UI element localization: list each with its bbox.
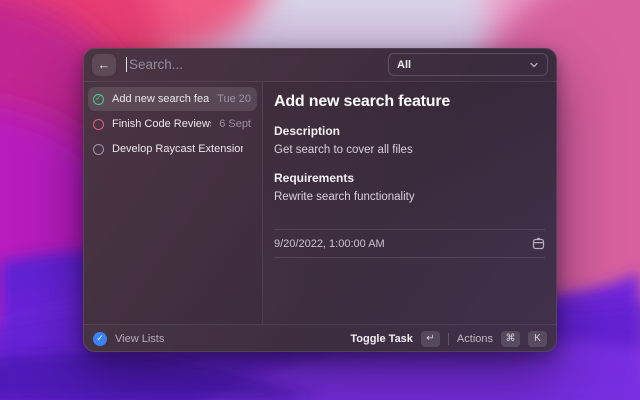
task-status-icon[interactable]: ✓ <box>93 94 104 105</box>
raycast-window: ← Search... All ✓ Add new search feature… <box>83 48 557 352</box>
due-date-field[interactable]: 9/20/2022, 1:00:00 AM <box>274 229 545 258</box>
app-icon: ✓ <box>93 332 107 346</box>
section-body: Get search to cover all files <box>274 144 545 156</box>
app-check-glyph: ✓ <box>96 334 104 343</box>
calendar-icon <box>532 237 545 250</box>
due-date-value: 9/20/2022, 1:00:00 AM <box>274 238 532 250</box>
detail-title: Add new search feature <box>274 93 545 111</box>
footer-divider <box>448 333 449 345</box>
actions-button[interactable]: Actions <box>457 333 493 345</box>
section-body: Rewrite search functionality <box>274 191 545 203</box>
task-status-icon[interactable] <box>93 119 104 130</box>
window-body: ✓ Add new search feature Tue 20 Finish C… <box>83 82 557 324</box>
search-header: ← Search... All <box>83 48 557 82</box>
search-placeholder: Search... <box>129 57 183 72</box>
task-label: Develop Raycast Extension <box>112 143 243 155</box>
task-detail-panel: Add new search feature Description Get s… <box>263 82 557 324</box>
filter-dropdown[interactable]: All <box>388 53 548 76</box>
k-key-icon: K <box>528 331 547 347</box>
task-date: 6 Sept <box>219 118 251 130</box>
text-caret <box>126 57 127 72</box>
list-item[interactable]: ✓ Add new search feature Tue 20 <box>88 87 257 111</box>
task-list: ✓ Add new search feature Tue 20 Finish C… <box>83 82 263 324</box>
filter-dropdown-value: All <box>397 59 529 71</box>
back-arrow-icon: ← <box>98 57 111 72</box>
action-bar: ✓ View Lists Toggle Task ↵ Actions ⌘ K <box>83 324 557 352</box>
search-input[interactable]: Search... <box>126 57 378 72</box>
task-status-icon[interactable] <box>93 144 104 155</box>
view-lists-label: View Lists <box>115 333 342 345</box>
desktop: { "window": { "header": { "back_glyph": … <box>0 0 640 400</box>
return-key-icon: ↵ <box>421 331 440 347</box>
checkmark-icon: ✓ <box>95 95 102 103</box>
section-heading: Description <box>274 124 545 138</box>
task-date: Tue 20 <box>217 93 251 105</box>
task-label: Finish Code Reviews <box>112 118 211 130</box>
task-label: Add new search feature <box>112 93 209 105</box>
list-item[interactable]: Finish Code Reviews 6 Sept <box>88 112 257 136</box>
cmd-key-icon: ⌘ <box>501 331 520 347</box>
list-item[interactable]: Develop Raycast Extension <box>88 137 257 161</box>
chevron-down-icon <box>529 60 539 70</box>
section-heading: Requirements <box>274 171 545 185</box>
back-button[interactable]: ← <box>92 54 116 76</box>
toggle-task-button[interactable]: Toggle Task <box>350 333 413 345</box>
